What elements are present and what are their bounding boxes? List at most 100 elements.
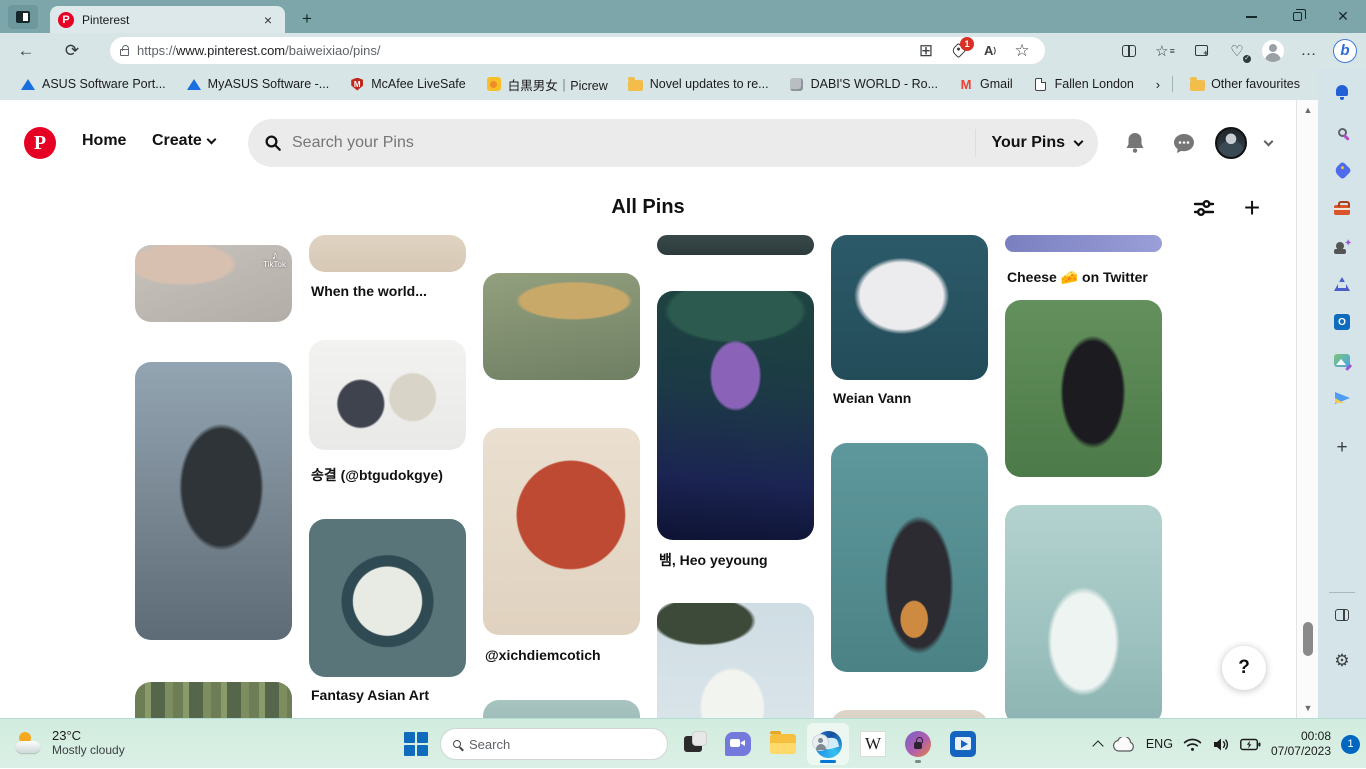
nav-home[interactable]: Home [82,132,126,150]
tray-overflow-chevron[interactable] [1092,740,1103,751]
pin-white-hanfu-water[interactable] [1005,505,1162,718]
browser-essentials-button[interactable]: ♡ [1222,37,1252,65]
pin-bamboo-forest[interactable] [135,682,292,718]
pin-black-outfit-green[interactable] [1005,300,1162,477]
new-tab-button[interactable]: + [295,8,319,30]
pin-straw-hat-green[interactable] [483,273,640,380]
tab-group-icon[interactable]: ⊞ [917,42,935,60]
read-aloud-icon[interactable]: A) [981,42,999,60]
movies-tv-button[interactable] [942,723,984,765]
pin-light-cropped[interactable] [831,710,988,718]
window-minimize-button[interactable] [1228,0,1274,33]
help-button[interactable]: ? [1222,646,1266,690]
account-avatar[interactable] [1215,127,1247,159]
language-indicator[interactable]: ENG [1146,737,1173,751]
pinterest-logo[interactable]: P [24,127,56,159]
sidebar-notifications-button[interactable] [1326,76,1358,108]
sidebar-search-button[interactable] [1326,116,1358,148]
pin-white-fabric-teal[interactable] [831,235,988,380]
scroll-up-arrow[interactable]: ▲ [1297,102,1319,118]
file-explorer-button[interactable] [762,723,804,765]
onedrive-cloud-icon[interactable] [1112,737,1136,752]
bookmark-item[interactable]: Fallen London [1025,73,1142,95]
scrollbar-thumb[interactable] [1303,622,1313,656]
address-bar[interactable]: https://www.pinterest.com/baiweixiao/pin… [110,37,1045,64]
organize-filter-button[interactable] [1190,194,1218,222]
window-close-button[interactable]: ✕ [1320,0,1366,33]
task-view-button[interactable] [672,723,714,765]
teams-chat-button[interactable] [717,723,759,765]
pin-armored-warrior-water[interactable] [135,362,292,640]
pin-snake-poster[interactable] [657,291,814,540]
wifi-icon[interactable] [1183,737,1202,752]
favorites-button[interactable]: ☆≡ [1150,37,1180,65]
page-scrollbar[interactable]: ▲ ▼ [1296,100,1318,718]
bookmark-item[interactable]: MGmail [950,73,1021,95]
browser-tab-pinterest[interactable]: P Pinterest × [50,6,285,33]
sidebar-add-button[interactable]: + [1326,432,1358,464]
refresh-button[interactable]: ⟳ [56,37,88,65]
pin-woman-with-cat[interactable] [831,443,988,672]
pin-caption[interactable]: 뱀, Heo yeyoung [657,551,814,569]
volume-icon[interactable] [1212,737,1230,752]
pin-search-bar[interactable]: Your Pins [248,119,1098,167]
sidebar-shopping-button[interactable] [1326,154,1358,186]
bing-chat-button[interactable]: b [1330,37,1360,65]
create-pin-button[interactable]: + [1238,194,1266,222]
sidebar-image-creator-button[interactable] [1326,344,1358,376]
sidebar-drop-button[interactable] [1326,382,1358,414]
favorite-star-icon[interactable]: ☆ [1013,42,1031,60]
bookmark-item[interactable]: MMcAfee LiveSafe [341,73,474,95]
shopping-icon[interactable]: 1 [949,42,967,60]
widgets-weather-button[interactable]: 23°C Mostly cloudy [8,724,133,761]
sidebar-settings-button[interactable]: ⚙ [1326,645,1358,677]
tab-actions-menu-button[interactable] [8,5,38,29]
bookmark-item[interactable]: DABI'S WORLD - Ro... [781,73,946,95]
notification-center-badge[interactable]: 1 [1341,735,1360,754]
bookmarks-overflow-chevron[interactable]: › [1152,77,1164,92]
account-switcher-chevron[interactable] [1256,131,1280,155]
url-text[interactable]: https://www.pinterest.com/baiweixiao/pin… [137,43,909,58]
bookmark-item[interactable]: 白黒男女｜Picrew [478,72,616,97]
window-restore-button[interactable] [1274,0,1320,33]
sidebar-tools-button[interactable] [1326,192,1358,224]
pin-moon-window-art[interactable] [309,519,466,677]
scroll-down-arrow[interactable]: ▼ [1297,700,1319,716]
pin-tree-white-robe[interactable] [657,603,814,718]
messages-button[interactable] [1172,131,1196,155]
sidebar-outlook-button[interactable]: O [1326,306,1358,338]
pin-caption[interactable]: Cheese 🧀 on Twitter [1005,268,1162,286]
sidebar-microsoft365-button[interactable] [1326,268,1358,300]
pin-purple-cropped[interactable] [1005,235,1162,252]
pin-caption[interactable]: 송결 (@btgudokgye) [309,466,466,484]
tab-close-icon[interactable]: × [259,12,277,28]
pin-beige-cropped[interactable] [309,235,466,272]
pin-red-circle-illustration[interactable] [483,428,640,635]
pin-hand-lightswitch[interactable]: ♪TikTok [135,245,292,322]
sidebar-panel-button[interactable] [1326,599,1358,631]
back-button[interactable]: ← [10,37,42,65]
other-favourites-button[interactable]: Other favourites [1181,73,1308,95]
pin-two-figures-drawing[interactable] [309,340,466,450]
taskbar-search-box[interactable]: Search [440,728,668,760]
pin-caption[interactable]: Fantasy Asian Art [309,686,466,704]
search-input[interactable] [292,134,965,152]
private-browser-button[interactable] [897,723,939,765]
pin-caption[interactable]: When the world... [309,282,466,300]
bookmark-item[interactable]: ASUS Software Port... [12,73,174,95]
bookmark-item[interactable]: Novel updates to re... [620,73,777,95]
profile-button[interactable] [1258,37,1288,65]
settings-more-button[interactable]: … [1294,37,1324,65]
your-pins-dropdown[interactable]: Your Pins [975,129,1083,157]
pin-caption[interactable]: Weian Vann [831,389,988,407]
pin-teal-cropped[interactable] [483,700,640,718]
clock[interactable]: 00:08 07/07/2023 [1271,729,1331,759]
split-screen-button[interactable] [1114,37,1144,65]
bookmark-item[interactable]: MyASUS Software -... [178,73,338,95]
start-button[interactable] [404,732,428,756]
edge-browser-button[interactable] [807,723,849,765]
pin-dark-cropped[interactable] [657,235,814,255]
collections-button[interactable] [1186,37,1216,65]
battery-icon[interactable] [1240,738,1261,751]
wikipedia-button[interactable]: W [852,723,894,765]
